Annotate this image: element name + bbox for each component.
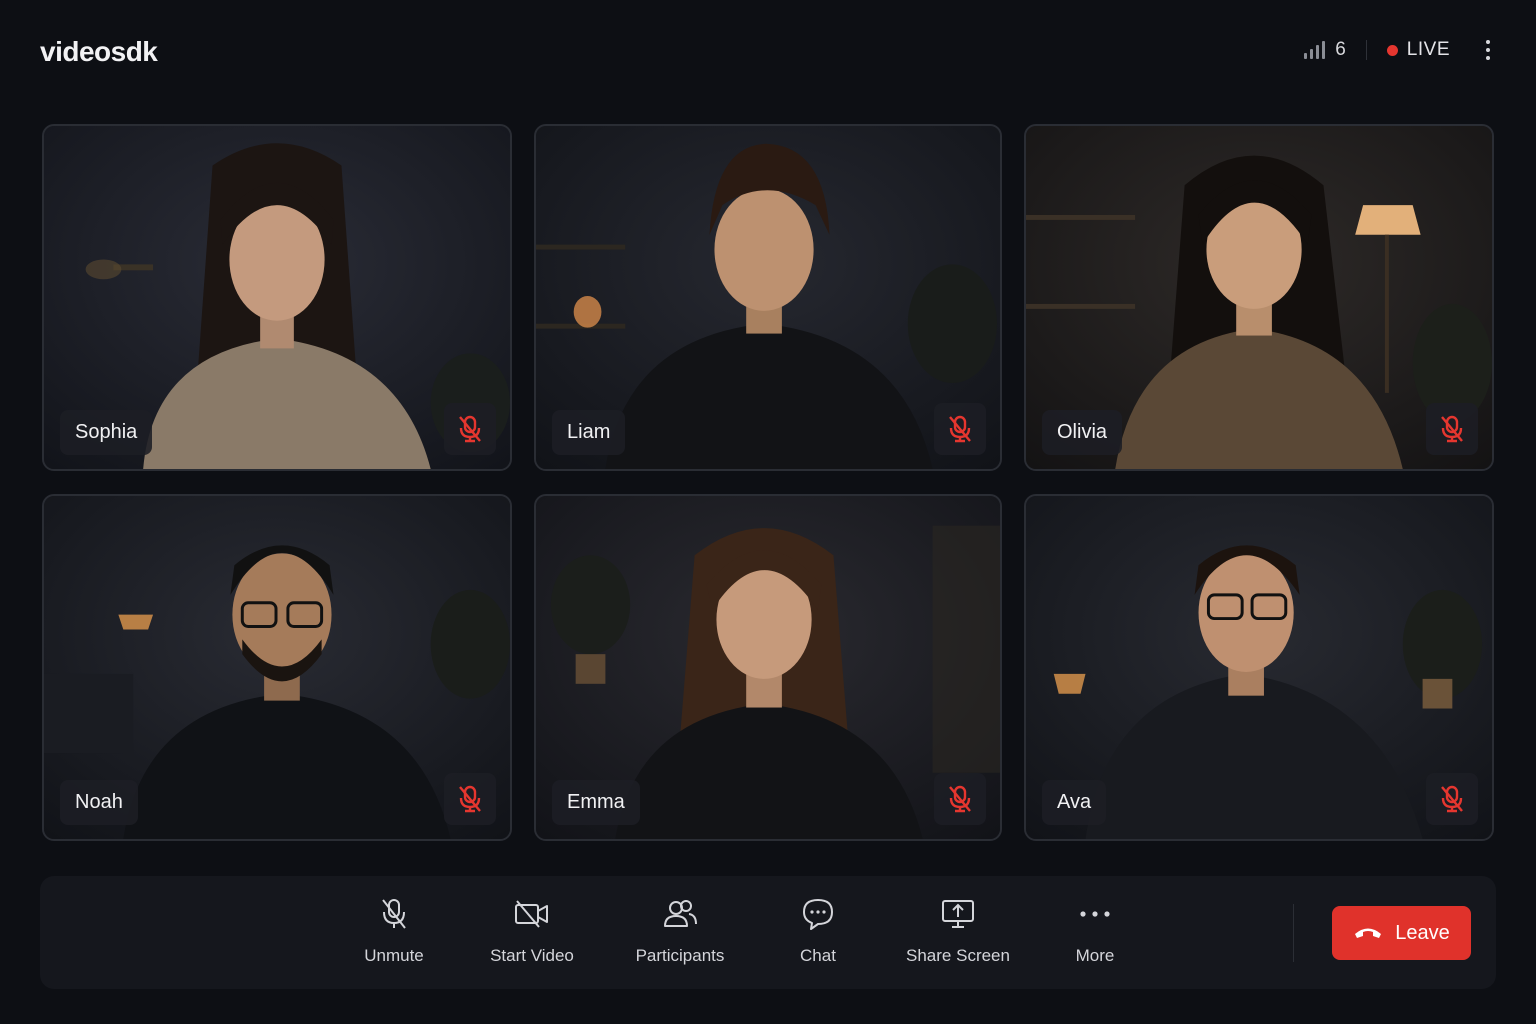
start-video-button[interactable]: Start Video: [472, 896, 592, 976]
video-tile-olivia[interactable]: Olivia: [1024, 124, 1494, 471]
start-video-label: Start Video: [490, 946, 574, 965]
live-dot-icon: [1386, 44, 1398, 56]
participant-name: Liam: [552, 410, 626, 455]
chat-icon: [800, 896, 836, 932]
more-options-icon[interactable]: [1480, 38, 1496, 62]
phone-hangup-icon: [1353, 922, 1383, 945]
share-screen-label: Share Screen: [906, 946, 1010, 965]
participant-name: Sophia: [60, 410, 153, 455]
participant-name: Olivia: [1042, 410, 1123, 455]
signal-icon: [1304, 41, 1326, 59]
video-tile-noah[interactable]: Noah: [42, 494, 512, 841]
unmute-label: Unmute: [364, 946, 424, 965]
video-tile-sophia[interactable]: Sophia: [42, 124, 512, 471]
participant-name: Emma: [552, 780, 640, 825]
share-screen-icon: [940, 896, 976, 932]
video-off-icon: [514, 896, 550, 932]
video-tile-liam[interactable]: Liam: [534, 124, 1002, 471]
header-divider: [1365, 40, 1367, 60]
more-horizontal-icon: [1077, 896, 1113, 932]
leave-label: Leave: [1395, 921, 1450, 944]
control-divider: [1293, 904, 1294, 962]
more-button[interactable]: More: [1035, 896, 1155, 976]
participant-count: 6: [1335, 39, 1346, 60]
participants-button[interactable]: Participants: [620, 896, 740, 976]
mic-off-icon: [444, 403, 496, 455]
chat-label: Chat: [800, 946, 836, 965]
participants-icon: [662, 896, 698, 932]
mic-off-icon: [376, 896, 412, 932]
share-screen-button[interactable]: Share Screen: [898, 896, 1018, 976]
chat-button[interactable]: Chat: [758, 896, 878, 976]
mic-off-icon: [1426, 403, 1478, 455]
unmute-button[interactable]: Unmute: [334, 896, 454, 976]
header-status: 6 LIVE: [1304, 34, 1496, 66]
live-indicator: LIVE: [1386, 39, 1450, 61]
participant-name: Noah: [60, 780, 138, 825]
participant-name: Ava: [1042, 780, 1107, 825]
app-logo: videosdk: [40, 36, 158, 67]
leave-button[interactable]: Leave: [1332, 906, 1471, 960]
meeting-app: videosdk 6 LIVE Sophia Liam Olivia Noah …: [0, 0, 1536, 1024]
mic-off-icon: [1426, 773, 1478, 825]
video-tile-ava[interactable]: Ava: [1024, 494, 1494, 841]
more-label: More: [1075, 946, 1115, 965]
mic-off-icon: [934, 403, 986, 455]
video-grid: Sophia Liam Olivia Noah Emma Ava: [42, 124, 1494, 841]
live-label: LIVE: [1406, 39, 1450, 60]
video-tile-emma[interactable]: Emma: [534, 494, 1002, 841]
mic-off-icon: [934, 773, 986, 825]
mic-off-icon: [444, 773, 496, 825]
participants-label: Participants: [635, 946, 725, 965]
control-bar: Unmute Start Video Participants Chat Sha: [40, 876, 1496, 989]
